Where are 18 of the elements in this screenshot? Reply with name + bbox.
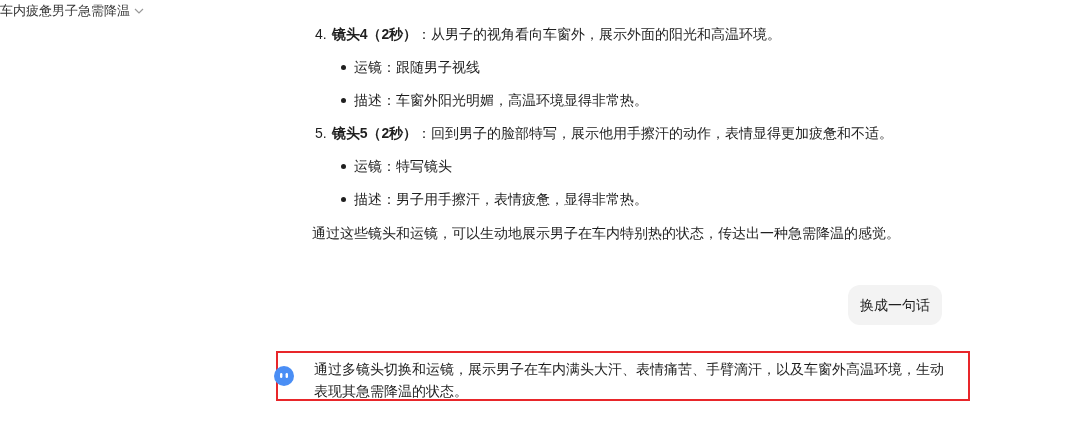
step-text: 镜头5（2秒）：回到男子的脸部特写，展示他用手擦汗的动作，表情显得更加疲惫和不适。 [331,124,894,143]
assistant-reply: 通过多镜头切换和运镜，展示男子在车内满头大汗、表情痛苦、手臂滴汗，以及车窗外高温环境，生动表现其急需降温的状态。 [314,360,945,401]
bullet-icon [341,196,346,202]
bullet-icon [341,163,346,169]
chevron-down-icon[interactable] [134,8,144,14]
user-message-bubble: 换成一句话 [848,285,942,325]
list-number: 5. [315,124,327,143]
step-text: 镜头4（2秒）：从男子的视角看向车窗外，展示外面的阳光和高温环境。 [331,25,782,44]
bullet-text: 运镜：特写镜头 [354,157,452,176]
bullet-icon [341,97,346,103]
bullet-text: 描述：男子用手擦汗，表情疲惫，显得非常热。 [354,190,648,209]
assistant-avatar-icon [274,366,294,386]
summary-paragraph: 通过这些镜头和运镜，可以生动地展示男子在车内特别热的状态，传达出一种急需降温的感觉。 [312,224,901,243]
chat-title: 车内疲惫男子急需降温 [0,2,130,21]
list-number: 4. [315,25,327,44]
bullet-text: 运镜：跟随男子视线 [354,58,480,77]
bullet-icon [341,64,346,70]
bullet-text: 描述：车窗外阳光明媚，高温环境显得非常热。 [354,91,648,110]
